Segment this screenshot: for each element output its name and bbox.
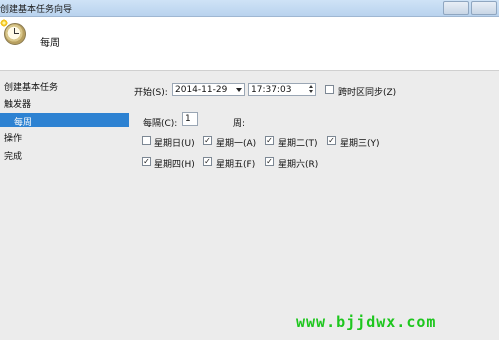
start-time-value: 17:37:03 bbox=[251, 85, 292, 95]
start-date-value: 2014-11-29 bbox=[175, 85, 228, 95]
day-label-wednesday: 星期三(Y) bbox=[340, 139, 380, 149]
chevron-down-icon[interactable] bbox=[236, 88, 242, 92]
day-checkbox-wednesday[interactable] bbox=[327, 136, 336, 145]
page-title: 每周 bbox=[40, 38, 60, 49]
start-date-picker[interactable]: 2014-11-29 bbox=[172, 83, 245, 96]
sidebar-item-weekly[interactable]: 每周 bbox=[0, 113, 129, 128]
start-label: 开始(S): bbox=[134, 88, 168, 98]
star-burst-icon bbox=[0, 19, 8, 27]
day-checkbox-sunday[interactable] bbox=[142, 136, 151, 145]
sync-timezones-checkbox[interactable] bbox=[325, 85, 334, 94]
minimize-button[interactable] bbox=[443, 1, 469, 15]
sidebar-item-finish[interactable]: 完成 bbox=[4, 149, 22, 162]
recur-unit-label: 周: bbox=[233, 119, 246, 129]
recur-label: 每隔(C): bbox=[143, 119, 178, 129]
day-checkbox-monday[interactable] bbox=[203, 136, 212, 145]
day-label-friday: 星期五(F) bbox=[216, 160, 256, 170]
day-label-thursday: 星期四(H) bbox=[154, 160, 195, 170]
sidebar-item-action[interactable]: 操作 bbox=[4, 131, 22, 144]
wizard-header: 每周 bbox=[0, 17, 499, 71]
day-checkbox-saturday[interactable] bbox=[265, 157, 274, 166]
window-title: 创建基本任务向导 bbox=[0, 5, 73, 15]
day-label-monday: 星期一(A) bbox=[216, 139, 257, 149]
window-controls bbox=[443, 1, 497, 15]
day-label-tuesday: 星期二(T) bbox=[278, 139, 318, 149]
wizard-steps-sidebar: 创建基本任务 触发器 每周 操作 完成 bbox=[0, 76, 129, 196]
sidebar-item-trigger[interactable]: 触发器 bbox=[4, 97, 31, 110]
sync-timezones-label: 跨时区同步(Z) bbox=[338, 88, 397, 98]
day-checkbox-thursday[interactable] bbox=[142, 157, 151, 166]
time-spinner-icon[interactable] bbox=[307, 85, 314, 95]
recur-interval-input[interactable]: 1 bbox=[182, 112, 198, 126]
day-label-sunday: 星期日(U) bbox=[154, 139, 195, 149]
sidebar-item-label: 每周 bbox=[14, 118, 33, 128]
title-bar: 创建基本任务向导 bbox=[0, 0, 499, 17]
close-button[interactable] bbox=[471, 1, 497, 15]
day-checkbox-friday[interactable] bbox=[203, 157, 212, 166]
start-time-field[interactable]: 17:37:03 bbox=[248, 83, 316, 96]
day-label-saturday: 星期六(R) bbox=[278, 160, 319, 170]
watermark-text: www.bjjdwx.com bbox=[296, 313, 437, 331]
day-checkbox-tuesday[interactable] bbox=[265, 136, 274, 145]
recur-interval-value: 1 bbox=[185, 114, 191, 124]
sidebar-item-create-task[interactable]: 创建基本任务 bbox=[4, 80, 58, 93]
